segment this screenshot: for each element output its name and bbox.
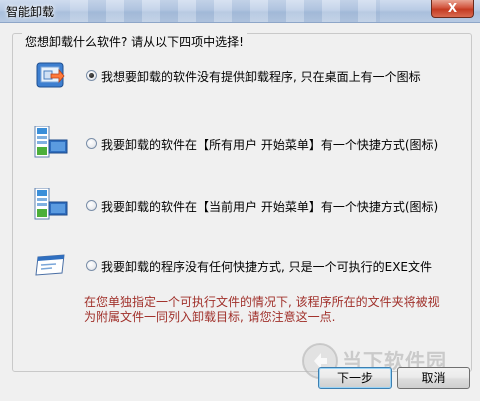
option-4-label[interactable]: 我要卸载的程序没有任何快捷方式, 只是一个可执行的EXE文件: [101, 258, 432, 275]
next-button[interactable]: 下一步: [318, 367, 392, 389]
option-3-radio[interactable]: [86, 200, 97, 211]
title-bar: 智能卸载 X: [0, 0, 480, 23]
option-1-label[interactable]: 我想要卸载的软件没有提供卸载程序, 只在桌面上有一个图标: [101, 68, 421, 85]
option-2-label[interactable]: 我要卸载的软件在【所有用户 开始菜单】有一个快捷方式(图标): [101, 136, 438, 153]
start-menu-current-user-icon: [34, 187, 68, 220]
option-1-radio[interactable]: [86, 70, 97, 81]
desktop-shortcut-icon: [34, 61, 68, 91]
exe-file-icon: [34, 251, 68, 281]
option-2-radio[interactable]: [86, 138, 97, 149]
close-button[interactable]: X: [431, 0, 474, 18]
cancel-button[interactable]: 取消: [397, 367, 470, 389]
title-bar-glass: [70, 0, 380, 22]
start-menu-all-users-icon: [34, 125, 68, 158]
window-title: 智能卸载: [6, 5, 55, 19]
warning-note: 在您单独指定一个可执行文件的情况下, 该程序所在的文件夹将被视为附属文件一同列入…: [84, 295, 440, 324]
option-4-radio[interactable]: [86, 260, 97, 271]
dialog-client-area: 您想卸载什么软件? 请从以下四项中选择! 我想要卸载的软件没有提供卸载程序, 只…: [0, 23, 480, 401]
group-prompt: 您想卸载什么软件? 请从以下四项中选择!: [22, 33, 247, 50]
option-3-label[interactable]: 我要卸载的软件在【当前用户 开始菜单】有一个快捷方式(图标): [101, 198, 438, 215]
